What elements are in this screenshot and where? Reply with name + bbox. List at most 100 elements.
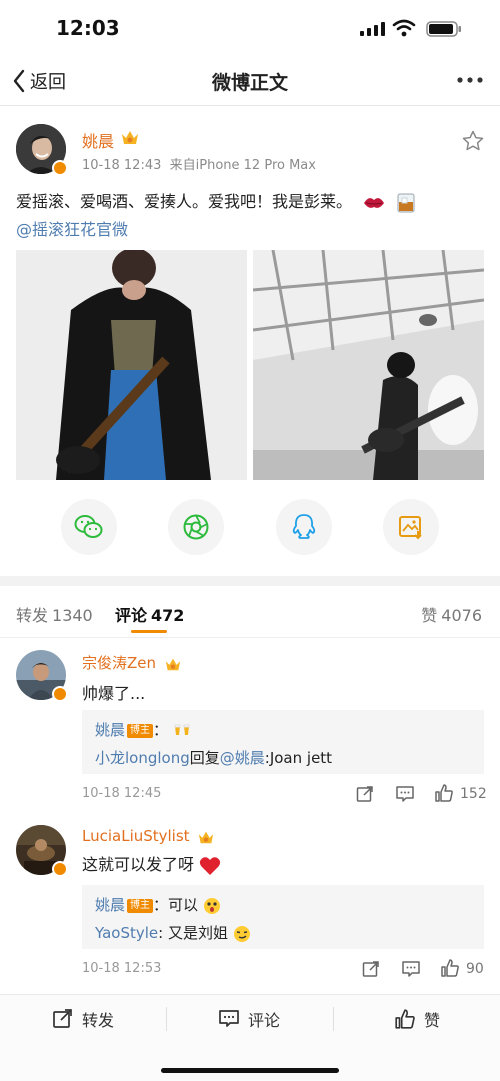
active-tab-indicator <box>131 630 167 633</box>
commenter-name[interactable]: 宗俊涛Zen <box>82 652 182 673</box>
share-qq-button[interactable] <box>276 499 332 555</box>
tab-comment-label: 评论 <box>115 606 148 625</box>
surprised-emoji-icon <box>203 897 220 914</box>
comment-replies[interactable]: 姚晨 博主： 小龙longlong回复@姚晨:Joan jett <box>82 710 484 774</box>
tab-comment-count: 472 <box>151 606 185 625</box>
reply-item: 小龙longlong回复@姚晨:Joan jett <box>95 744 471 772</box>
reply-text: : 又是刘姐 <box>158 924 228 942</box>
reply-author[interactable]: 姚晨 <box>95 896 125 914</box>
thumbs-up-icon <box>395 1009 415 1029</box>
page-title: 微博正文 <box>211 72 288 94</box>
commenter-name-text: 宗俊涛Zen <box>82 654 157 672</box>
repost-comment-icon[interactable] <box>356 785 374 803</box>
wifi-icon <box>392 19 416 37</box>
home-indicator <box>161 1068 339 1073</box>
comment-text: 这就可以发了呀 <box>82 851 221 876</box>
separator <box>166 1007 167 1031</box>
tab-repost-count: 1340 <box>52 606 93 625</box>
share-row <box>0 499 500 559</box>
comment-text-body: 这就可以发了呀 <box>82 855 195 874</box>
comment-time: 10-18 12:53 <box>82 961 162 976</box>
like-comment-icon[interactable] <box>434 783 454 803</box>
status-time: 12:03 <box>56 16 120 40</box>
bottom-comment-label: 评论 <box>248 1011 281 1030</box>
reply-text: ： <box>153 721 169 739</box>
battery-icon <box>426 21 461 37</box>
reply-text: ：可以 <box>153 896 199 914</box>
tab-like[interactable]: 赞 4076 <box>421 602 482 626</box>
smirk-emoji-icon <box>233 925 250 942</box>
tab-repost[interactable]: 转发 1340 <box>16 602 93 626</box>
red-heart-icon <box>199 856 221 875</box>
bottom-like-label: 赞 <box>424 1011 441 1030</box>
reply-author[interactable]: YaoStyle <box>95 924 158 942</box>
post-meta: 10-18 12:43 来自iPhone 12 Pro Max <box>82 154 316 173</box>
reply-author[interactable]: 姚晨 <box>95 721 125 739</box>
reply-text: :Joan jett <box>264 749 333 767</box>
lips-emoji-icon <box>364 197 385 208</box>
wechat-icon <box>74 515 103 538</box>
more-options-icon[interactable] <box>456 76 484 84</box>
like-comment-icon[interactable] <box>440 958 460 978</box>
share-save-image-button[interactable] <box>383 499 439 555</box>
vip-crown-icon <box>165 658 180 670</box>
verified-badge-icon <box>52 686 68 702</box>
bottom-like-button[interactable]: 赞 <box>394 1007 440 1031</box>
reply-comment-icon[interactable] <box>401 960 421 978</box>
tab-comment[interactable]: 评论 472 <box>115 602 184 626</box>
moments-icon <box>183 514 209 540</box>
blogger-tag: 博主 <box>127 898 154 913</box>
post-image-2[interactable] <box>253 250 484 480</box>
share-moments-button[interactable] <box>168 499 224 555</box>
vip-crown-icon <box>122 131 138 144</box>
comment-replies[interactable]: 姚晨 博主 ：可以 YaoStyle: 又是刘姐 <box>82 885 484 949</box>
reply-item: 姚晨 博主： <box>95 716 471 744</box>
commenter-name[interactable]: LuciaLiuStylist <box>82 827 215 845</box>
separator <box>333 1007 334 1031</box>
save-image-icon <box>399 516 422 540</box>
reply-mid: 回复 <box>189 749 220 767</box>
post-body: 爱摇滚、爱喝酒、爱揍人。爱我吧！我是彭莱。 <box>16 192 353 211</box>
mention-link[interactable]: @摇滚狂花官微 <box>16 220 128 239</box>
tab-like-label: 赞 <box>421 606 438 625</box>
comment-text: 帅爆了... <box>82 684 146 703</box>
reply-mention[interactable]: @姚晨 <box>220 749 265 767</box>
cheers-emoji-icon <box>174 724 190 735</box>
verified-badge-icon <box>52 160 68 176</box>
comment-item: LuciaLiuStylist 这就可以发了呀 姚晨 博主 ：可以 YaoStyle… <box>0 813 500 983</box>
feedback-tabs: 转发 1340 评论 472 赞 4076 <box>0 586 500 638</box>
chevron-left-icon <box>13 69 25 93</box>
vip-crown-icon <box>199 831 214 843</box>
back-label: 返回 <box>30 72 66 93</box>
reply-comment-icon[interactable] <box>395 785 415 803</box>
repost-comment-icon[interactable] <box>362 960 380 978</box>
comment-time: 10-18 12:45 <box>82 786 162 801</box>
reply-author[interactable]: 小龙longlong <box>95 749 190 767</box>
cellular-signal-icon <box>360 22 385 36</box>
repost-icon <box>53 1009 72 1028</box>
bottom-repost-label: 转发 <box>82 1011 115 1030</box>
verified-badge-icon <box>52 861 68 877</box>
favorite-star-icon[interactable] <box>462 130 484 152</box>
post-source: 来自iPhone 12 Pro Max <box>169 158 316 173</box>
reply-item: 姚晨 博主 ：可以 <box>95 891 471 919</box>
post-image-1[interactable] <box>16 250 247 480</box>
commenter-name-text: LuciaLiuStylist <box>82 827 190 845</box>
comment-like-count: 90 <box>466 961 484 977</box>
nav-bar: 返回 微博正文 <box>0 56 500 106</box>
back-button[interactable]: 返回 <box>12 68 66 94</box>
reply-item: YaoStyle: 又是刘姐 <box>95 919 471 947</box>
post-author-name[interactable]: 姚晨 <box>82 128 114 152</box>
status-bar: 12:03 <box>0 0 500 56</box>
section-divider <box>0 576 500 586</box>
bottom-repost-button[interactable]: 转发 <box>52 1007 114 1031</box>
tab-repost-label: 转发 <box>16 606 49 625</box>
comment-item: 宗俊涛Zen 帅爆了... 姚晨 博主： 小龙longlong回复@姚晨:Joan… <box>0 638 500 808</box>
share-wechat-button[interactable] <box>61 499 117 555</box>
qq-icon <box>292 514 316 539</box>
bottom-comment-button[interactable]: 评论 <box>218 1007 280 1031</box>
comment-like-count: 152 <box>460 786 487 802</box>
post-text: 爱摇滚、爱喝酒、爱揍人。爱我吧！我是彭莱。 @摇滚狂花官微 <box>16 188 486 244</box>
post-time: 10-18 12:43 <box>82 158 162 173</box>
tab-like-count: 4076 <box>441 606 482 625</box>
